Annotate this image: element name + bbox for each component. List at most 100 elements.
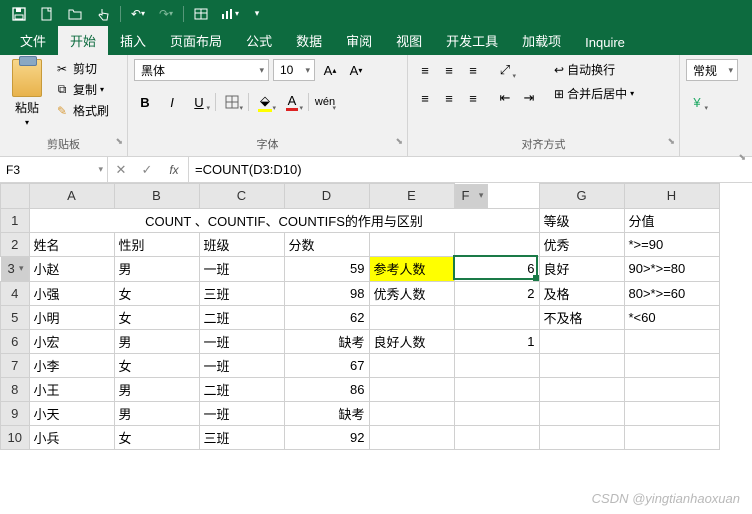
col-header[interactable]: E: [369, 184, 454, 209]
spreadsheet-grid[interactable]: A B C D E F G H 1 COUNT 、COUNTIF、COUNTIF…: [0, 183, 752, 450]
cell[interactable]: [624, 401, 719, 425]
underline-button[interactable]: U: [188, 91, 210, 113]
decrease-font-icon[interactable]: A▾: [345, 59, 367, 81]
cell[interactable]: [539, 425, 624, 449]
cell[interactable]: 92: [284, 425, 369, 449]
row-header[interactable]: 3: [1, 257, 29, 281]
cell[interactable]: [624, 329, 719, 353]
row-header[interactable]: 10: [1, 425, 30, 449]
cell[interactable]: [454, 353, 539, 377]
save-icon[interactable]: [6, 3, 32, 25]
cancel-formula-icon[interactable]: ✕: [108, 162, 134, 178]
cell[interactable]: 女: [114, 425, 199, 449]
font-size-select[interactable]: 10: [273, 59, 315, 81]
confirm-formula-icon[interactable]: ✓: [134, 162, 160, 178]
tab-review[interactable]: 审阅: [334, 26, 384, 55]
cell[interactable]: 参考人数: [369, 256, 454, 281]
cell[interactable]: 等级: [539, 208, 624, 232]
number-format-select[interactable]: 常规: [686, 59, 738, 81]
font-name-select[interactable]: 黑体: [134, 59, 269, 81]
cell[interactable]: *<60: [624, 305, 719, 329]
col-header[interactable]: G: [539, 184, 624, 209]
cell[interactable]: 小兵: [29, 425, 114, 449]
cell[interactable]: [539, 401, 624, 425]
formula-input[interactable]: [189, 157, 752, 182]
cell[interactable]: [369, 377, 454, 401]
cell[interactable]: 小明: [29, 305, 114, 329]
currency-button[interactable]: ¥: [686, 91, 708, 113]
row-header[interactable]: 5: [1, 305, 30, 329]
italic-button[interactable]: I: [161, 91, 183, 113]
cell[interactable]: 小强: [29, 281, 114, 305]
row-header[interactable]: 9: [1, 401, 30, 425]
undo-icon[interactable]: ↶▾: [125, 3, 151, 25]
increase-indent-button[interactable]: ⇥: [518, 87, 540, 109]
cell[interactable]: 姓名: [29, 232, 114, 256]
cell[interactable]: 三班: [199, 425, 284, 449]
cell[interactable]: 男: [114, 256, 199, 281]
cell[interactable]: 分数: [284, 232, 369, 256]
align-center-button[interactable]: ≡: [438, 87, 460, 109]
cell[interactable]: [369, 425, 454, 449]
cell[interactable]: 分值: [624, 208, 719, 232]
phonetic-button[interactable]: wén: [314, 91, 336, 113]
format-painter-button[interactable]: ✎格式刷: [52, 101, 111, 120]
cell[interactable]: 小赵: [29, 256, 114, 281]
cell[interactable]: [539, 377, 624, 401]
cell[interactable]: 及格: [539, 281, 624, 305]
row-header[interactable]: 6: [1, 329, 30, 353]
cell[interactable]: 良好: [539, 256, 624, 281]
name-box[interactable]: F3: [0, 157, 108, 182]
cell[interactable]: 良好人数: [369, 329, 454, 353]
align-top-button[interactable]: ≡: [414, 59, 436, 81]
paste-button[interactable]: 粘贴 ▾: [6, 59, 48, 127]
merge-center-button[interactable]: ⊞合并后居中▾: [552, 83, 636, 104]
row-header[interactable]: 8: [1, 377, 30, 401]
cell[interactable]: 优秀: [539, 232, 624, 256]
cell[interactable]: 一班: [199, 256, 284, 281]
cell[interactable]: 2: [454, 281, 539, 305]
cell[interactable]: 二班: [199, 377, 284, 401]
fill-color-button[interactable]: ⬙: [254, 91, 276, 113]
row-header[interactable]: 2: [1, 232, 30, 256]
row-header[interactable]: 7: [1, 353, 30, 377]
tab-home[interactable]: 开始: [58, 26, 108, 55]
cell[interactable]: 三班: [199, 281, 284, 305]
cell[interactable]: 缺考: [284, 401, 369, 425]
cell[interactable]: [624, 353, 719, 377]
cell[interactable]: 小王: [29, 377, 114, 401]
bold-button[interactable]: B: [134, 91, 156, 113]
font-color-button[interactable]: A: [281, 91, 303, 113]
cell[interactable]: 女: [114, 305, 199, 329]
cell[interactable]: 性别: [114, 232, 199, 256]
align-right-button[interactable]: ≡: [462, 87, 484, 109]
col-header[interactable]: F: [455, 184, 489, 208]
tab-view[interactable]: 视图: [384, 26, 434, 55]
cell[interactable]: 小李: [29, 353, 114, 377]
tab-file[interactable]: 文件: [8, 26, 58, 55]
col-header[interactable]: D: [284, 184, 369, 209]
table-icon[interactable]: [188, 3, 214, 25]
align-bottom-button[interactable]: ≡: [462, 59, 484, 81]
cell[interactable]: 小天: [29, 401, 114, 425]
copy-button[interactable]: ⧉复制▾: [52, 80, 111, 99]
col-header[interactable]: H: [624, 184, 719, 209]
tab-insert[interactable]: 插入: [108, 26, 158, 55]
cell[interactable]: 80>*>=60: [624, 281, 719, 305]
cut-button[interactable]: ✂剪切: [52, 59, 111, 78]
increase-font-icon[interactable]: A▴: [319, 59, 341, 81]
col-header[interactable]: A: [29, 184, 114, 209]
cell[interactable]: 98: [284, 281, 369, 305]
cell[interactable]: 男: [114, 377, 199, 401]
tab-data[interactable]: 数据: [284, 26, 334, 55]
cell[interactable]: 男: [114, 401, 199, 425]
tab-developer[interactable]: 开发工具: [434, 26, 510, 55]
cell[interactable]: 班级: [199, 232, 284, 256]
cell[interactable]: 1: [454, 329, 539, 353]
decrease-indent-button[interactable]: ⇤: [494, 87, 516, 109]
tab-addins[interactable]: 加载项: [510, 26, 573, 55]
cell[interactable]: [369, 305, 454, 329]
cell[interactable]: 女: [114, 281, 199, 305]
cell[interactable]: 二班: [199, 305, 284, 329]
qat-customize-icon[interactable]: ▾: [244, 3, 270, 25]
